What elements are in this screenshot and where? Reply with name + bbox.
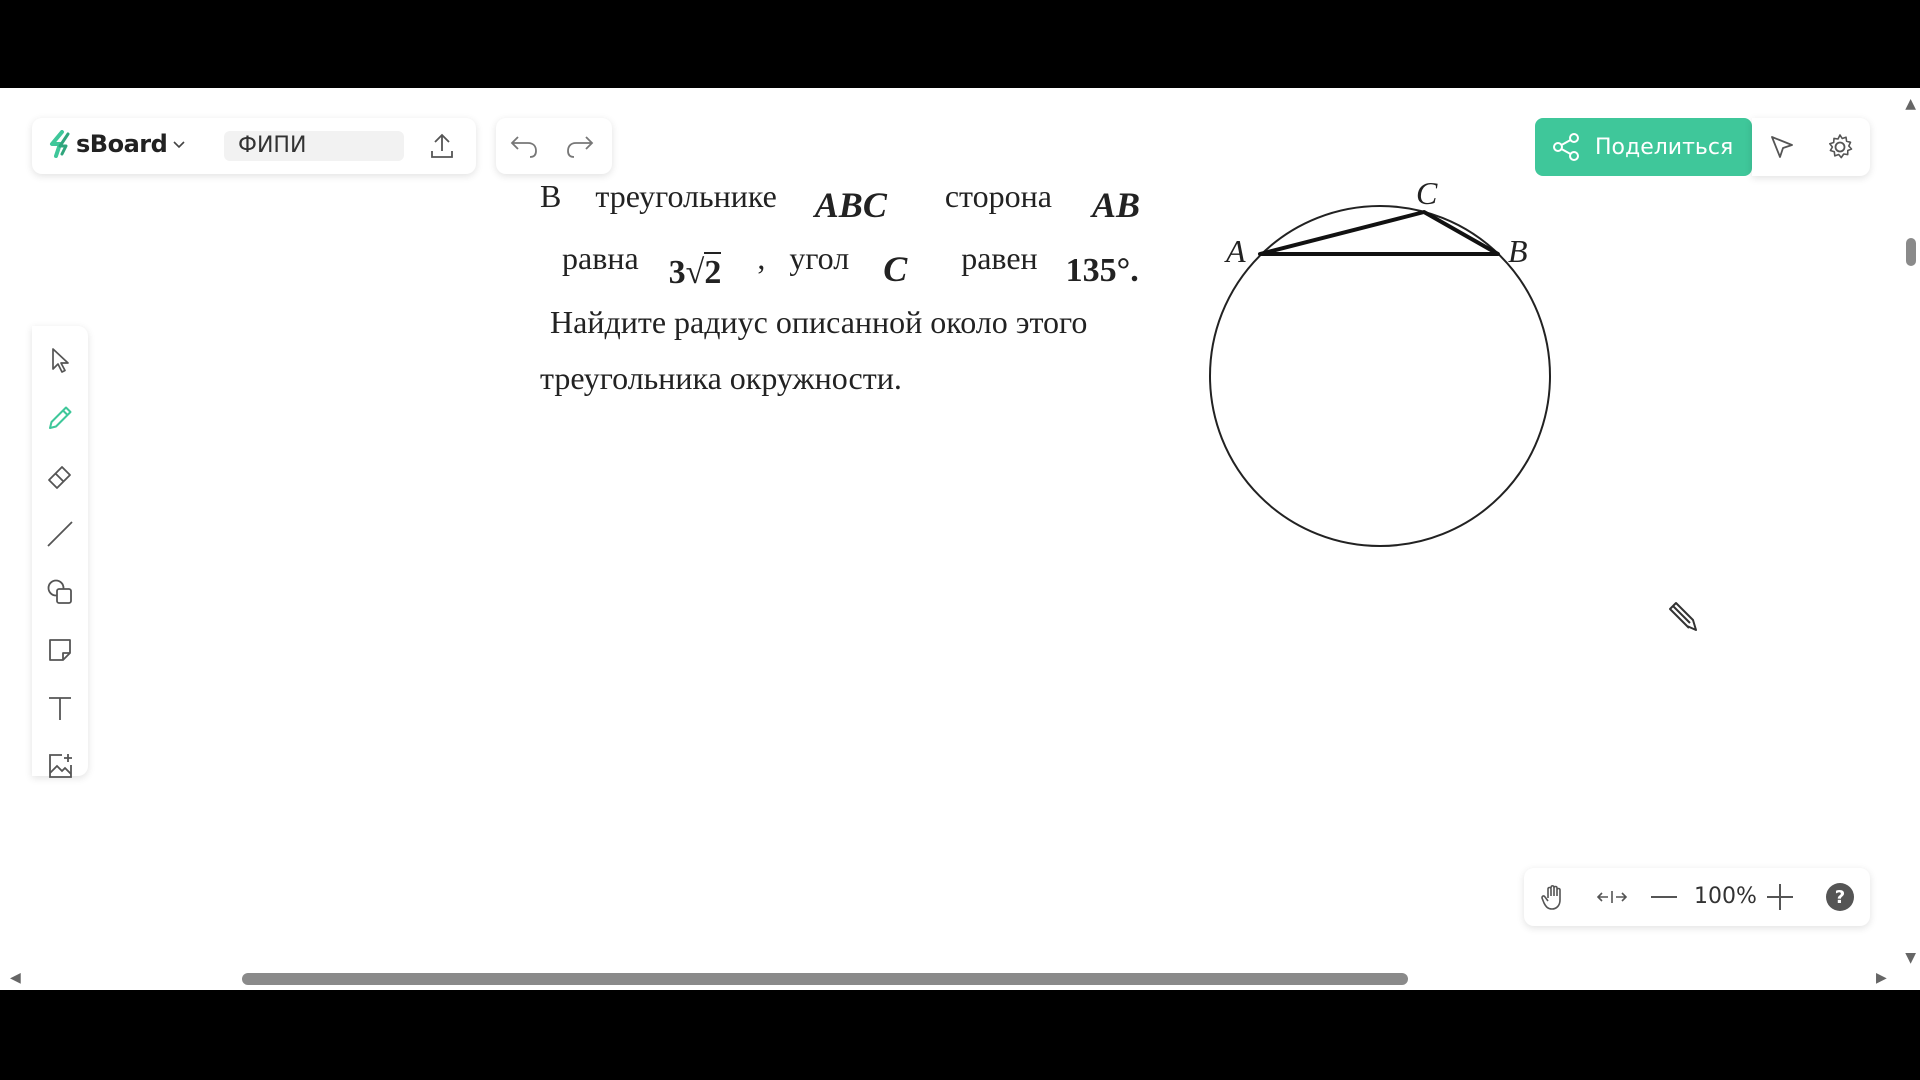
math-3-sqrt-2: 3√2 [668,252,722,291]
vertical-scroll-thumb[interactable] [1906,238,1916,266]
sboard-logo-icon [50,130,70,158]
triangle-abc [1258,210,1500,256]
right-toolbar [1752,118,1870,176]
pan-tool-button[interactable] [1538,881,1570,913]
plus-icon [1767,884,1793,910]
scroll-up-arrow-icon[interactable]: ▲ [1905,96,1916,112]
problem-line-4: треугольника окружности. [540,360,902,396]
undo-icon [510,136,537,158]
pointer-icon [1771,136,1793,158]
line-icon [47,521,73,547]
fit-width-button[interactable] [1594,881,1630,913]
app-menu[interactable]: sBoard [48,130,187,158]
tool-shapes[interactable] [42,574,78,610]
word: треугольнике [595,178,777,214]
sqrt-sign: √ [685,254,705,291]
zoom-level[interactable]: 100% [1694,884,1757,909]
settings-button[interactable] [1824,131,1856,163]
tool-line[interactable] [42,516,78,552]
redo-icon [567,136,594,158]
math-abc: ABC [814,185,887,225]
circumscribed-circle [1209,205,1551,547]
label-c: C [1416,175,1438,211]
chevron-down-icon [173,141,185,149]
fit-width-icon [1596,891,1628,903]
word: сторона [944,178,1052,214]
gear-icon [1829,134,1853,159]
undo-button[interactable] [506,130,542,162]
top-toolbar: sBoard ФИПИ [32,118,476,174]
label-a: A [1224,233,1246,269]
math-c: C [883,249,908,289]
horizontal-scroll-thumb[interactable] [242,973,1408,985]
follow-cursor-button[interactable] [1766,131,1798,163]
comma: , [757,240,766,276]
word: угол [789,240,850,276]
redo-button[interactable] [562,130,598,162]
tool-text[interactable] [42,690,78,726]
help-icon: ? [1826,883,1854,911]
svg-text:?: ? [1835,887,1845,908]
label-b: B [1508,233,1528,269]
help-button[interactable]: ? [1824,881,1856,913]
word: равен [961,240,1038,276]
minus-icon [1651,896,1677,898]
coef: 3 [668,254,686,291]
whiteboard-canvas[interactable]: sBoard ФИПИ Поделиться В треугольнике AB… [0,88,1920,990]
scroll-down-arrow-icon[interactable]: ▼ [1905,950,1916,966]
zoom-toolbar: 100% ? [1524,868,1870,926]
scroll-left-arrow-icon[interactable]: ◀ [10,970,21,986]
upload-icon [431,133,453,158]
shapes-icon [47,579,72,604]
word: равна [562,240,639,276]
math-ab: AB [1091,185,1140,225]
tool-pen[interactable] [42,400,78,436]
pencil-icon [49,406,72,429]
cursor-icon [52,348,69,373]
horizontal-scrollbar[interactable]: ◀ ▶ [0,966,1900,990]
vertical-scrollbar[interactable]: ▲ ▼ [1900,88,1920,966]
pen-cursor-icon [1669,602,1697,631]
history-toolbar [496,118,612,174]
scroll-right-arrow-icon[interactable]: ▶ [1876,970,1887,986]
math-135: 135°. [1065,252,1139,289]
tool-sticky-note[interactable] [42,632,78,668]
word: В [540,178,562,214]
problem-line-3: Найдите радиус описанной около этого [550,304,1088,340]
circle-triangle-figure[interactable]: A B C [1200,158,1580,558]
hand-icon [1541,884,1561,910]
share-label: Поделиться [1595,134,1734,160]
board-name-field[interactable]: ФИПИ [224,131,404,161]
tool-eraser[interactable] [42,458,78,494]
problem-line-1: В треугольнике ABC сторона AB [540,174,1140,225]
sticky-note-icon [49,639,71,661]
radicand: 2 [704,252,722,291]
zoom-in-button[interactable] [1764,881,1796,913]
zoom-out-button[interactable] [1648,881,1680,913]
app-name: sBoard [76,130,168,158]
tool-select[interactable] [42,342,78,378]
tool-image[interactable] [42,748,78,784]
text-icon [49,697,71,720]
tools-sidebar [32,326,88,778]
eraser-icon [48,466,71,489]
export-button[interactable] [426,130,458,162]
image-icon [49,754,72,778]
problem-line-2: равна 3√2 , угол C равен 135°. [562,236,1139,291]
